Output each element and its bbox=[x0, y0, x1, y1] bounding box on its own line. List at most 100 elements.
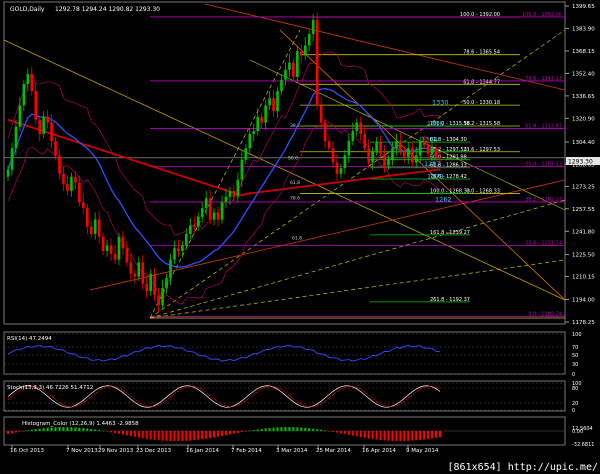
candle-body bbox=[315, 19, 319, 106]
candle-body bbox=[216, 212, 220, 220]
fib-small-label: 61.8 bbox=[292, 236, 302, 242]
macd-bar bbox=[288, 427, 291, 431]
candle-body bbox=[38, 119, 42, 134]
candle-body bbox=[113, 253, 117, 260]
fib1-label: 0.0 - 1268.33 bbox=[466, 188, 500, 194]
macd-bar bbox=[78, 427, 81, 431]
candle-body bbox=[252, 131, 256, 134]
candle-body bbox=[410, 148, 414, 163]
fib-small-label: 61.8 bbox=[290, 180, 300, 186]
macd-bar bbox=[169, 431, 172, 441]
rsi-tick-label: 100 bbox=[572, 332, 582, 338]
macd-bar bbox=[153, 431, 156, 440]
macd-bar bbox=[224, 431, 227, 436]
candle-body bbox=[331, 148, 335, 163]
macd-bar bbox=[276, 427, 279, 431]
macd-bar bbox=[335, 431, 338, 433]
price-tick-label: 1257.55 bbox=[572, 207, 595, 213]
candle-body bbox=[220, 202, 224, 220]
candle-body bbox=[10, 148, 14, 170]
price-tick-label: 1225.50 bbox=[572, 253, 595, 259]
candle-body bbox=[204, 198, 208, 209]
candle-body bbox=[406, 148, 410, 157]
candle-body bbox=[292, 62, 295, 77]
candle-body bbox=[161, 288, 164, 306]
macd-bar bbox=[236, 431, 239, 433]
macd-bar bbox=[66, 427, 69, 431]
candle-body bbox=[212, 212, 216, 220]
fib1-label: 61.8 - 1344.77 bbox=[463, 79, 500, 85]
candle-body bbox=[101, 236, 105, 251]
candle-body bbox=[54, 141, 57, 156]
macd-bar bbox=[181, 431, 184, 441]
level-tag: 1262 bbox=[435, 195, 452, 203]
price-tick-label: 1336.65 bbox=[572, 94, 595, 100]
trend-line bbox=[279, 29, 566, 301]
candle-body bbox=[192, 225, 196, 227]
macd-bar bbox=[331, 431, 334, 432]
macd-bar bbox=[185, 431, 188, 441]
candle-body bbox=[173, 248, 176, 260]
candle-body bbox=[363, 133, 366, 149]
macd-bar bbox=[54, 427, 57, 431]
date-label: 3 Mar 2014 bbox=[276, 448, 308, 454]
rsi-line bbox=[7, 344, 441, 362]
candle-body bbox=[30, 74, 34, 92]
macd-bar bbox=[137, 431, 140, 438]
macd-bar bbox=[292, 427, 295, 431]
price-tick-label: 1304.40 bbox=[572, 140, 595, 146]
macd-bar bbox=[415, 431, 418, 441]
macd-bar bbox=[256, 429, 259, 431]
macd-bar bbox=[232, 431, 235, 434]
macd-bar bbox=[82, 427, 85, 431]
candle-body bbox=[280, 79, 283, 92]
macd-bar bbox=[74, 427, 77, 431]
date-label: 9 May 2014 bbox=[406, 448, 439, 454]
fib1-label: 78.6 - 1365.54 bbox=[463, 50, 500, 56]
macd-bar bbox=[300, 427, 303, 431]
candle-body bbox=[347, 141, 351, 156]
macd-bar bbox=[217, 431, 220, 437]
candle-body bbox=[343, 155, 347, 169]
macd-bar bbox=[403, 431, 406, 441]
macd-bar bbox=[248, 430, 251, 432]
macd-bar bbox=[161, 431, 164, 441]
rsi-tick-label: 30 bbox=[572, 362, 578, 368]
candle-body bbox=[228, 191, 232, 197]
macd-bar bbox=[268, 427, 271, 431]
macd-bar bbox=[399, 431, 402, 441]
candle-body bbox=[371, 151, 374, 163]
macd-bar bbox=[351, 431, 354, 436]
candle-body bbox=[248, 133, 252, 149]
macd-bar bbox=[133, 431, 136, 437]
candle-body bbox=[141, 262, 145, 284]
candle-body bbox=[137, 262, 141, 277]
macd-bar bbox=[395, 431, 398, 441]
price-tick-label: 1352.40 bbox=[572, 71, 595, 77]
macd-bar bbox=[117, 431, 120, 434]
candle-body bbox=[121, 236, 125, 249]
candle-body bbox=[403, 151, 406, 157]
date-label: 16 Oct 2013 bbox=[10, 448, 45, 454]
price-tick-label: 1273.25 bbox=[572, 184, 595, 190]
macd-bar bbox=[252, 430, 255, 431]
macd-bar bbox=[221, 431, 224, 436]
candle-body bbox=[82, 202, 85, 209]
candle-body bbox=[438, 156, 442, 159]
fib-small-label: 50.0 bbox=[288, 156, 298, 162]
level-tag: 1278 bbox=[427, 173, 444, 181]
candle-body bbox=[93, 219, 97, 234]
macd-bar bbox=[228, 431, 231, 435]
candle-body bbox=[391, 148, 394, 160]
macd-bar bbox=[157, 431, 160, 441]
date-label: 7 Nov 2013 bbox=[66, 448, 98, 454]
fib1-label: 50.0 - 1330.18 bbox=[463, 100, 500, 106]
macd-bar bbox=[391, 431, 394, 441]
macd-bar bbox=[114, 431, 117, 434]
candle-body bbox=[414, 155, 418, 163]
macd-title: Histogram_Color (12,26,9) 1.4463 -2.9858 bbox=[22, 421, 139, 427]
macd-bar bbox=[343, 431, 346, 435]
candle-body bbox=[46, 116, 49, 123]
candle-body bbox=[196, 216, 200, 227]
candle-body bbox=[284, 69, 287, 80]
